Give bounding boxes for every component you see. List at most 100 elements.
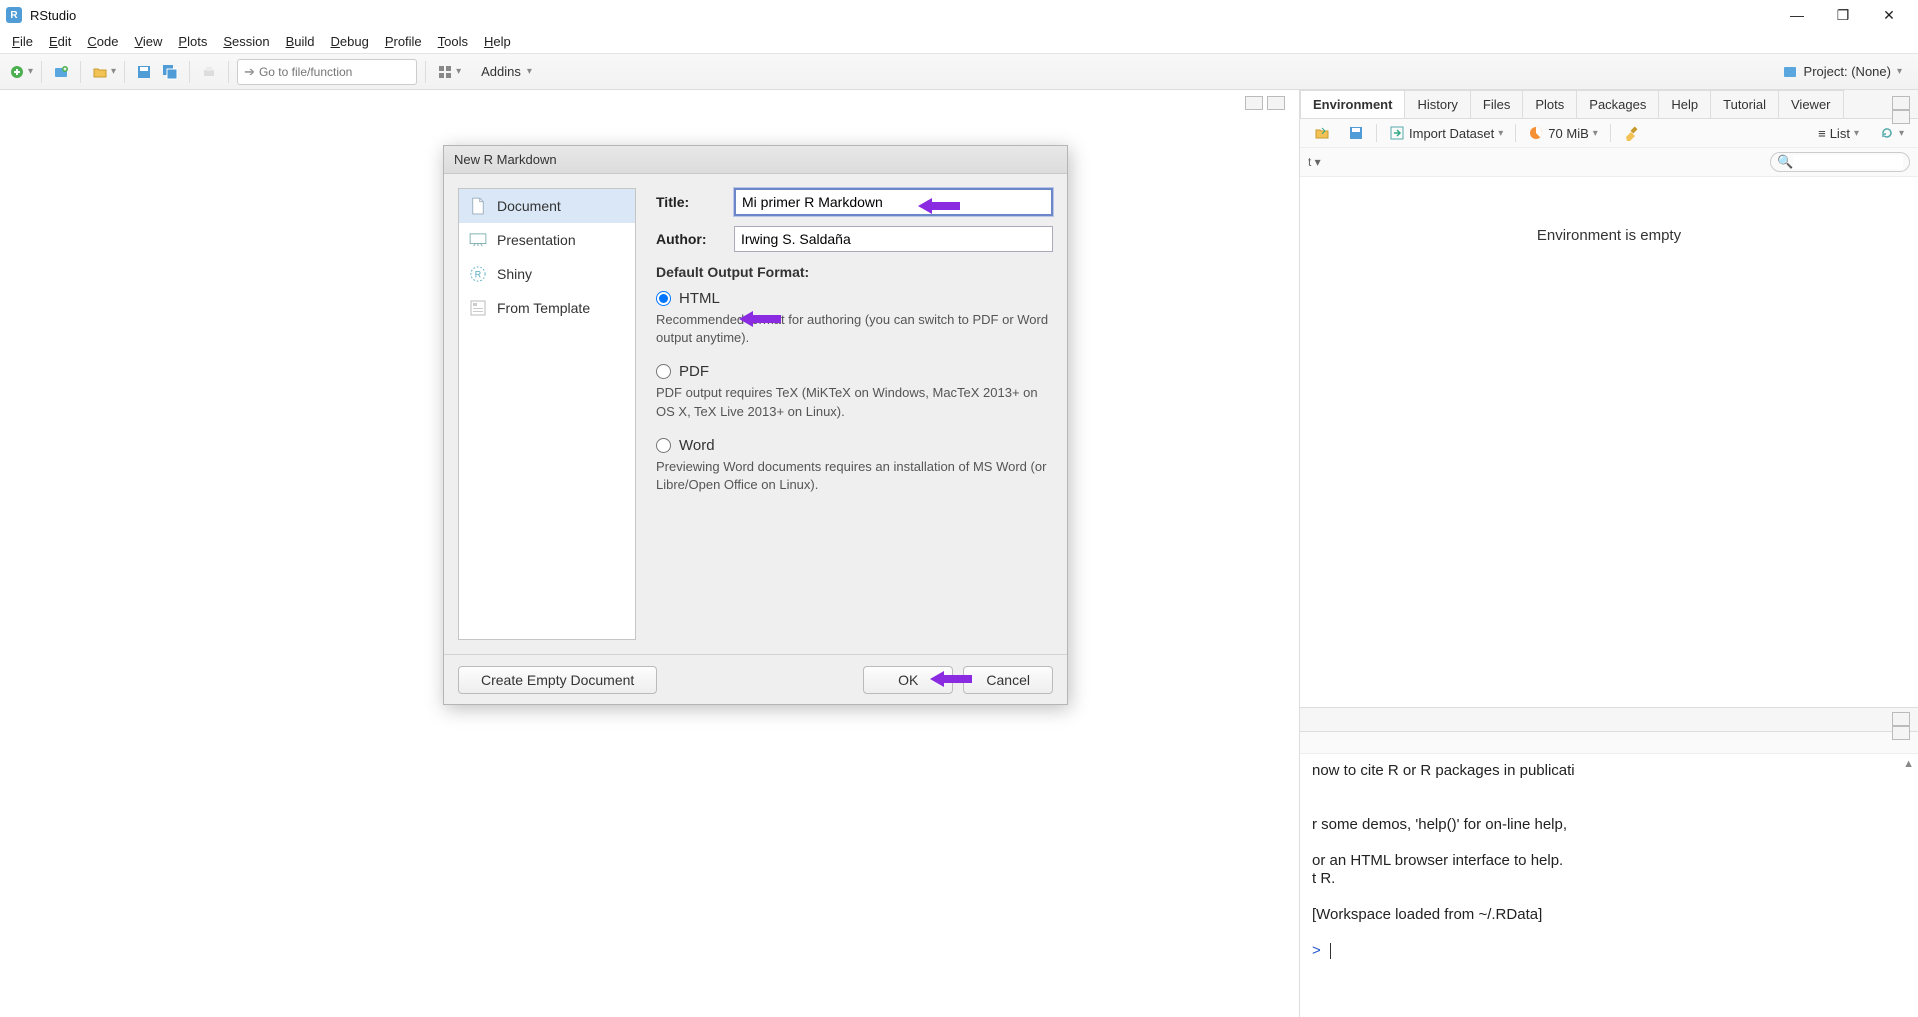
project-selector[interactable]: Project: (None) ▾ — [1782, 64, 1912, 80]
list-view-button[interactable]: ≡ List ▾ — [1812, 124, 1865, 143]
menu-file[interactable]: File — [4, 32, 41, 51]
menu-view[interactable]: View — [126, 32, 170, 51]
format-pdf-radio[interactable] — [656, 364, 671, 379]
pane-minimize-button[interactable] — [1245, 96, 1263, 110]
dialog-form: Title: Author: Default Output Format: HT… — [636, 188, 1053, 640]
project-label: Project: (None) — [1804, 64, 1891, 79]
svg-text:R: R — [475, 270, 481, 280]
goto-file-function[interactable]: ➔ — [237, 59, 417, 85]
memory-pie-icon — [1528, 125, 1544, 141]
sidebar-item-shiny[interactable]: R Shiny — [459, 257, 635, 291]
consolepane-minimize-button[interactable] — [1892, 712, 1910, 726]
refresh-button[interactable]: ▾ — [1873, 123, 1910, 143]
dialog-title: New R Markdown — [444, 146, 1067, 174]
sidebar-item-presentation[interactable]: Presentation — [459, 223, 635, 257]
console-pane: ▲now to cite R or R packages in publicat… — [1300, 707, 1918, 1017]
format-word-radio[interactable] — [656, 438, 671, 453]
template-icon — [469, 299, 487, 317]
scroll-up-icon[interactable]: ▲ — [1903, 758, 1914, 770]
pane-maximize-button[interactable] — [1267, 96, 1285, 110]
print-button[interactable] — [198, 61, 220, 83]
save-button[interactable] — [133, 61, 155, 83]
output-format-label: Default Output Format: — [656, 264, 1053, 280]
window-titlebar: R RStudio — ❐ ✕ — [0, 0, 1918, 30]
consolepane-maximize-button[interactable] — [1892, 726, 1910, 740]
env-scope-label[interactable]: t ▾ — [1308, 155, 1321, 169]
title-label: Title: — [656, 194, 734, 210]
format-html-radio[interactable] — [656, 291, 671, 306]
main-toolbar: ▾ ▾ ➔ ▾ Addins ▾ Project: (None) ▾ — [0, 54, 1918, 90]
window-minimize-button[interactable]: — — [1774, 0, 1820, 30]
new-project-button[interactable] — [50, 61, 72, 83]
console-body[interactable]: ▲now to cite R or R packages in publicat… — [1300, 754, 1918, 1017]
save-all-button[interactable] — [159, 61, 181, 83]
author-input[interactable] — [734, 226, 1053, 252]
grid-tool-dropdown[interactable]: ▾ — [456, 66, 461, 77]
load-workspace-button[interactable] — [1308, 123, 1336, 143]
env-search[interactable]: 🔍 — [1770, 152, 1910, 172]
env-body: Environment is empty — [1300, 177, 1918, 707]
format-pdf-label: PDF — [679, 363, 709, 380]
window-maximize-button[interactable]: ❐ — [1820, 0, 1866, 30]
open-file-button[interactable] — [89, 61, 111, 83]
tab-plots[interactable]: Plots — [1522, 90, 1577, 118]
new-file-button[interactable] — [6, 61, 28, 83]
menu-build[interactable]: Build — [278, 32, 323, 51]
menu-code[interactable]: Code — [79, 32, 126, 51]
menu-edit[interactable]: Edit — [41, 32, 79, 51]
env-tabs: Environment History Files Plots Packages… — [1300, 90, 1918, 119]
envpane-minimize-button[interactable] — [1892, 96, 1910, 110]
menu-bar: File Edit Code View Plots Session Build … — [0, 30, 1918, 54]
format-html-label: HTML — [679, 290, 720, 307]
tab-help[interactable]: Help — [1658, 90, 1711, 118]
ok-button[interactable]: OK — [863, 666, 953, 694]
tab-viewer[interactable]: Viewer — [1778, 90, 1844, 118]
author-label: Author: — [656, 231, 734, 247]
dialog-footer: Create Empty Document OK Cancel — [444, 654, 1067, 704]
menu-tools[interactable]: Tools — [430, 32, 476, 51]
import-dataset-button[interactable]: Import Dataset ▾ — [1383, 123, 1509, 143]
presentation-icon — [469, 231, 487, 249]
import-icon — [1389, 125, 1405, 141]
tab-environment[interactable]: Environment — [1300, 90, 1405, 118]
console-cursor — [1330, 943, 1331, 959]
create-empty-button[interactable]: Create Empty Document — [458, 666, 657, 694]
open-recent-dropdown[interactable]: ▾ — [111, 66, 116, 77]
window-title: RStudio — [30, 8, 76, 23]
clear-workspace-button[interactable] — [1617, 123, 1645, 143]
search-icon: 🔍 — [1777, 154, 1793, 170]
format-html-desc: Recommended format for authoring (you ca… — [656, 311, 1053, 347]
format-pdf-desc: PDF output requires TeX (MiKTeX on Windo… — [656, 384, 1053, 420]
sidebar-item-template[interactable]: From Template — [459, 291, 635, 325]
menu-debug[interactable]: Debug — [323, 32, 377, 51]
new-file-dropdown[interactable]: ▾ — [28, 66, 33, 77]
sidebar-item-document[interactable]: Document — [459, 189, 635, 223]
goto-input[interactable] — [259, 65, 414, 79]
menu-profile[interactable]: Profile — [377, 32, 430, 51]
project-icon — [1782, 64, 1798, 80]
envpane-maximize-button[interactable] — [1892, 110, 1910, 124]
title-input[interactable] — [734, 188, 1053, 216]
menu-help[interactable]: Help — [476, 32, 519, 51]
project-dropdown-icon: ▾ — [1897, 66, 1902, 77]
grid-tool-button[interactable] — [434, 61, 456, 83]
menu-plots[interactable]: Plots — [170, 32, 215, 51]
addins-menu[interactable]: Addins ▾ — [473, 62, 540, 81]
env-search-input[interactable] — [1793, 155, 1903, 169]
console-prompt: > — [1312, 942, 1321, 959]
goto-arrow-icon: ➔ — [244, 64, 255, 80]
tab-history[interactable]: History — [1404, 90, 1470, 118]
env-toolbar: Import Dataset ▾ 70 MiB ▾ ≡ List ▾ ▾ — [1300, 119, 1918, 148]
rstudio-app-icon: R — [6, 7, 22, 23]
dialog-sidebar: Document Presentation R Shiny From Templ… — [458, 188, 636, 640]
tab-tutorial[interactable]: Tutorial — [1710, 90, 1779, 118]
save-workspace-button[interactable] — [1342, 123, 1370, 143]
env-subtoolbar: t ▾ 🔍 — [1300, 148, 1918, 177]
shiny-icon: R — [469, 265, 487, 283]
tab-packages[interactable]: Packages — [1576, 90, 1659, 118]
memory-indicator[interactable]: 70 MiB ▾ — [1522, 123, 1604, 143]
tab-files[interactable]: Files — [1470, 90, 1523, 118]
menu-session[interactable]: Session — [215, 32, 277, 51]
window-close-button[interactable]: ✕ — [1866, 0, 1912, 30]
cancel-button[interactable]: Cancel — [963, 666, 1053, 694]
